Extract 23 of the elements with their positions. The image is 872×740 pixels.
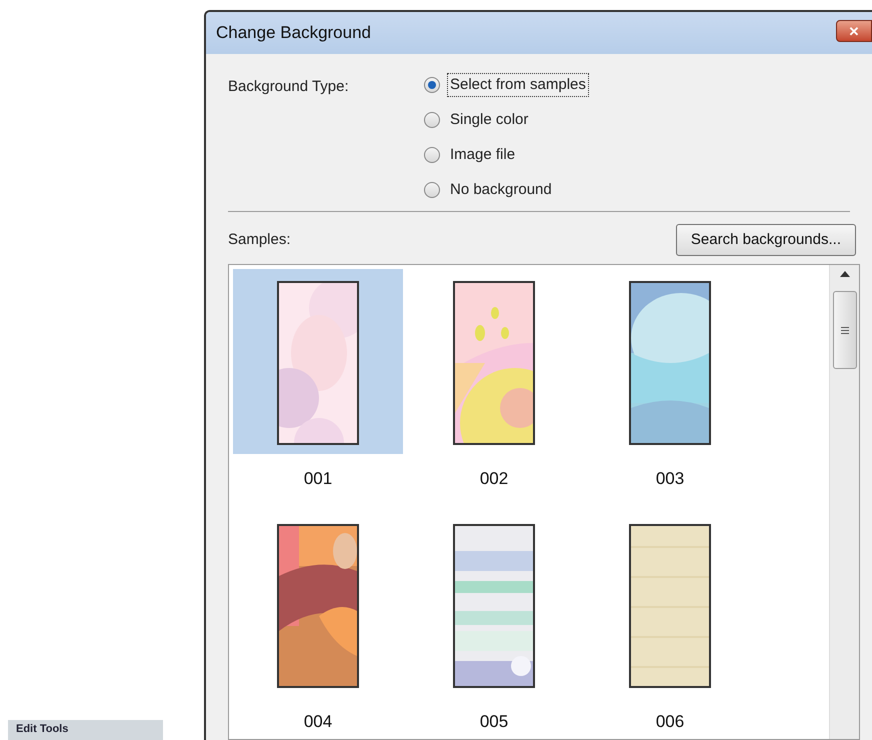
radio-button[interactable] — [424, 182, 440, 198]
radio-option[interactable]: Single color — [424, 107, 589, 133]
sample-label: 006 — [656, 710, 684, 732]
scroll-up-icon[interactable] — [840, 271, 850, 277]
radio-option[interactable]: Image file — [424, 142, 589, 168]
scrollbar[interactable] — [829, 265, 859, 739]
search-backgrounds-button[interactable]: Search backgrounds... — [676, 224, 856, 256]
sample-label: 001 — [304, 468, 332, 490]
sample-tile[interactable] — [233, 269, 403, 454]
field-label: Samples: — [228, 230, 291, 250]
radio-button[interactable] — [424, 147, 440, 163]
panel-header: Edit Tools — [8, 720, 163, 740]
radio-button[interactable] — [424, 77, 440, 93]
radio-button[interactable] — [424, 112, 440, 128]
sample-label: 005 — [480, 710, 508, 732]
sample-label: 003 — [656, 468, 684, 490]
grip-icon — [840, 326, 848, 334]
sample-label: 004 — [304, 710, 332, 732]
scrollbar-thumb[interactable] — [832, 291, 856, 369]
sample-label: 002 — [480, 468, 508, 490]
window-title: Change Background — [216, 22, 372, 44]
radio-option[interactable]: No background — [424, 177, 589, 203]
field-label: Background Type: — [228, 77, 350, 97]
